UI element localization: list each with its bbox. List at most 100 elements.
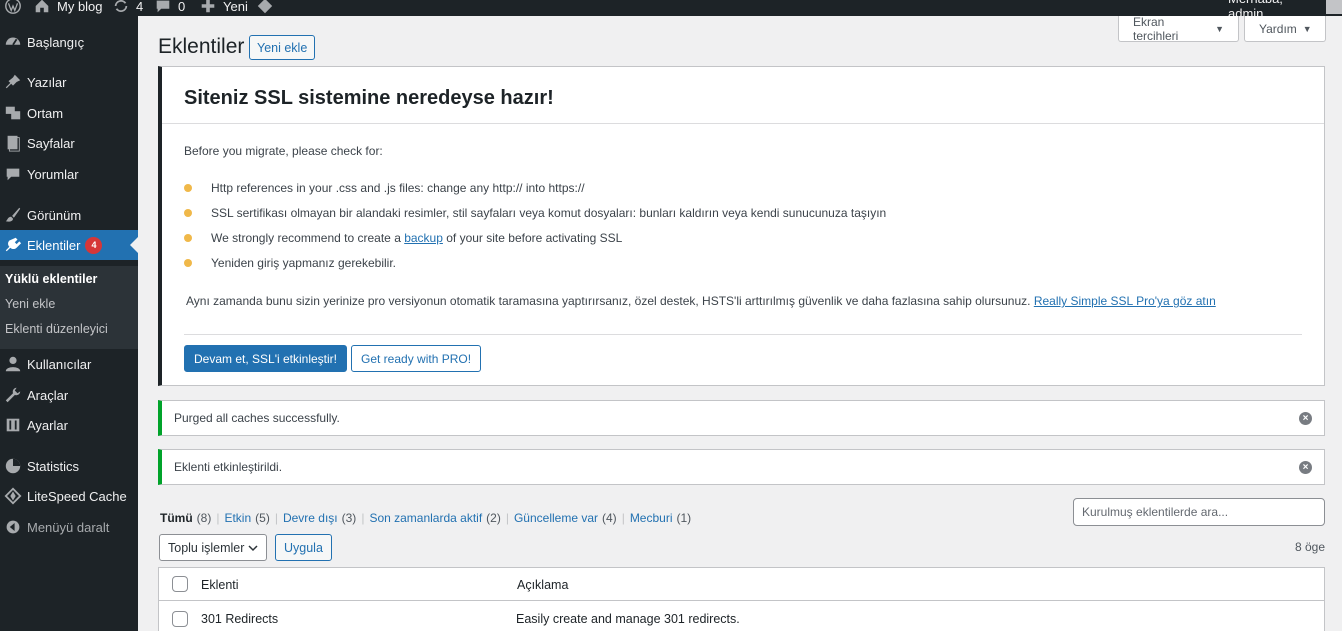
filter-count: (5): [255, 511, 270, 525]
sidebar-item-label: Başlangıç: [27, 34, 85, 50]
add-new-plugin-button[interactable]: Yeni ekle: [249, 35, 316, 60]
chart-pie-icon: [3, 456, 23, 476]
filter-separator: |: [621, 511, 625, 525]
submenu-installed-plugins[interactable]: Yüklü eklentiler: [5, 272, 97, 286]
select-all-checkbox[interactable]: [172, 576, 188, 592]
sidebar-item-statistics[interactable]: Statistics: [0, 451, 138, 481]
column-header-plugin[interactable]: Eklenti: [201, 578, 239, 592]
site-name-link[interactable]: My blog: [33, 0, 103, 15]
collapse-menu-button[interactable]: Menüyü daralt: [0, 512, 138, 542]
plugin-search-input[interactable]: Kurulmuş eklentilerde ara...: [1073, 498, 1325, 526]
checklist-item: Yeniden giriş yapmanız gerekebilir.: [184, 256, 396, 270]
sidebar-item-label: Ortam: [27, 105, 64, 121]
submenu-add-new[interactable]: Yeni ekle: [5, 297, 55, 311]
update-count-badge: 4: [85, 236, 103, 254]
checklist-text: Http references in your .css and .js fil…: [211, 181, 585, 195]
divider: [184, 334, 1302, 335]
sidebar-item-label: Sayfalar: [27, 135, 75, 151]
filter-must-use[interactable]: Mecburi (1): [630, 511, 691, 525]
ssl-notice-title: Siteniz SSL sistemine neredeyse hazır!: [184, 87, 554, 109]
filter-active[interactable]: Etkin (5): [224, 511, 269, 525]
page-title: Eklentiler: [158, 35, 245, 58]
updates-link[interactable]: 4: [112, 0, 143, 15]
table-header: Eklenti Açıklama: [159, 568, 1324, 601]
checklist-text: We strongly recommend to create a backup…: [211, 231, 622, 245]
screen-options-label: Ekran tercihleri: [1133, 14, 1179, 43]
sidebar-item-comments[interactable]: Yorumlar: [0, 159, 138, 189]
success-notice: Purged all caches successfully. ×: [158, 400, 1325, 436]
ssl-notice: Siteniz SSL sistemine neredeyse hazır! B…: [158, 66, 1325, 386]
activate-ssl-button[interactable]: Devam et, SSL'i etkinleştir!: [184, 345, 348, 372]
sidebar-item-posts[interactable]: Yazılar: [0, 67, 138, 97]
sidebar-item-label: Statistics: [27, 458, 80, 474]
submenu-plugin-editor[interactable]: Eklenti düzenleyici: [5, 322, 108, 336]
backup-link[interactable]: backup: [404, 231, 443, 245]
checklist-text: Yeniden giriş yapmanız gerekebilir.: [211, 256, 396, 270]
dismiss-icon[interactable]: ×: [1299, 412, 1312, 425]
admin-sidebar: Başlangıç Yazılar Ortam Sayfalar Yorumla…: [0, 16, 138, 631]
row-checkbox[interactable]: [172, 611, 188, 627]
sidebar-item-label: Yorumlar: [27, 166, 79, 182]
help-button[interactable]: Yardım ▼: [1244, 16, 1326, 42]
filter-label: Güncelleme var: [513, 511, 599, 525]
plugin-shortcut-icon[interactable]: [256, 0, 274, 15]
media-icon: [3, 103, 23, 123]
help-label: Yardım: [1259, 21, 1297, 36]
sidebar-item-users[interactable]: Kullanıcılar: [0, 349, 138, 379]
bullet-dot-icon: [184, 234, 192, 242]
sidebar-item-litespeed-cache[interactable]: LiteSpeed Cache: [0, 481, 138, 511]
column-header-description: Açıklama: [517, 578, 569, 592]
get-pro-button[interactable]: Get ready with PRO!: [351, 345, 482, 372]
filter-recently-active[interactable]: Son zamanlarda aktif (2): [369, 511, 500, 525]
sidebar-item-tools[interactable]: Araçlar: [0, 380, 138, 410]
collapse-icon: [3, 517, 23, 537]
plugins-table: Eklenti Açıklama 301 Redirects Easily cr…: [158, 567, 1325, 631]
sidebar-item-label: Kullanıcılar: [27, 356, 92, 372]
filter-count: (4): [602, 511, 617, 525]
apply-bulk-button[interactable]: Uygula: [275, 534, 332, 561]
sidebar-item-plugins[interactable]: Eklentiler 4: [0, 230, 138, 260]
plugins-submenu: Yüklü eklentiler Yeni ekle Eklenti düzen…: [0, 266, 138, 349]
brush-icon: [3, 205, 23, 225]
wordpress-logo-icon[interactable]: [4, 0, 22, 15]
sidebar-item-label: Ayarlar: [27, 417, 68, 433]
site-name: My blog: [57, 0, 103, 14]
sidebar-item-pages[interactable]: Sayfalar: [0, 128, 138, 158]
pro-upsell-link[interactable]: Really Simple SSL Pro'ya göz atın: [1034, 294, 1216, 308]
table-row: 301 Redirects Easily create and manage 3…: [159, 602, 1324, 631]
filter-count: (8): [196, 511, 212, 525]
chevron-down-icon: [248, 544, 258, 551]
filter-count: (2): [486, 511, 501, 525]
sidebar-item-dashboard[interactable]: Başlangıç: [0, 27, 138, 57]
plugin-status-filters: Tümü (8) | Etkin (5) | Devre dışı (3) | Son…: [160, 511, 691, 525]
notice-text: Purged all caches successfully.: [174, 411, 340, 425]
dismiss-icon[interactable]: ×: [1299, 461, 1312, 474]
main-content: Ekran tercihleri ▼ Yardım ▼ Eklentiler Y…: [138, 14, 1342, 631]
notice-text: Eklenti etkinleştirildi.: [174, 460, 283, 474]
filter-separator: |: [505, 511, 509, 525]
my-account-link[interactable]: Merhaba, admin: [1228, 0, 1342, 21]
bullet-dot-icon: [184, 209, 192, 217]
settings-icon: [3, 415, 23, 435]
bulk-actions-value: Toplu işlemler: [168, 540, 245, 555]
sidebar-item-label: Menüyü daralt: [27, 519, 110, 535]
filter-update-available[interactable]: Güncelleme var (4): [514, 511, 617, 525]
sidebar-item-settings[interactable]: Ayarlar: [0, 410, 138, 440]
plugin-description: Easily create and manage 301 redirects.: [516, 612, 740, 626]
sidebar-item-media[interactable]: Ortam: [0, 98, 138, 128]
wrench-icon: [3, 385, 23, 405]
filter-separator: |: [361, 511, 365, 525]
comments-link[interactable]: 0: [154, 0, 185, 15]
checklist-text-after: of your site before activating SSL: [442, 231, 623, 245]
filter-label: Etkin: [224, 511, 252, 525]
bulk-actions-select[interactable]: Toplu işlemler: [159, 534, 267, 561]
screen-options-button[interactable]: Ekran tercihleri ▼: [1118, 14, 1239, 43]
new-content-link[interactable]: Yeni: [199, 0, 248, 15]
sidebar-item-label: Görünüm: [27, 207, 82, 223]
sidebar-item-appearance[interactable]: Görünüm: [0, 200, 138, 230]
filter-separator: |: [274, 511, 278, 525]
divider: [162, 123, 1324, 124]
filter-all[interactable]: Tümü (8): [160, 511, 211, 525]
sidebar-item-label: Yazılar: [27, 74, 67, 90]
filter-inactive[interactable]: Devre dışı (3): [283, 511, 356, 525]
